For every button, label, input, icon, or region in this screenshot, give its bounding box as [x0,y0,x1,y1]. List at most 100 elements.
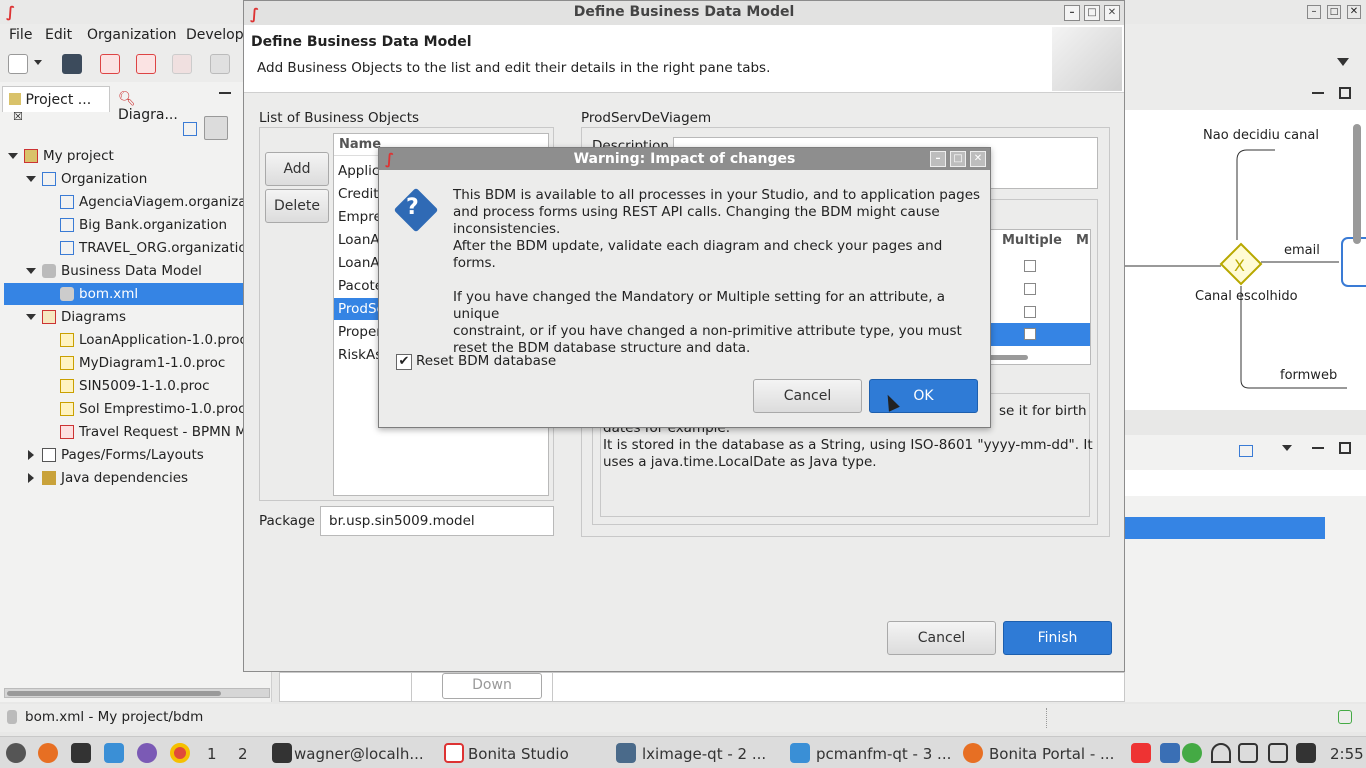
minimize-view-icon[interactable] [1312,92,1324,94]
link-editor-icon[interactable] [204,116,228,140]
tree-item-travel-org[interactable]: TRAVEL_ORG.organization [0,237,270,259]
minimize-icon[interactable]: – [1064,5,1080,21]
chrome-icon[interactable] [170,743,190,763]
file-manager-icon[interactable] [104,743,124,763]
menu-organization[interactable]: Organization [87,27,177,43]
selected-row[interactable] [988,323,1090,346]
horizontal-scrollbar[interactable] [988,355,1028,360]
cancel-button[interactable]: Cancel [887,621,996,655]
new-window-icon[interactable] [1239,445,1253,457]
tree-item-java-deps[interactable]: Java dependencies [0,467,270,489]
view-menu-icon[interactable] [1337,58,1349,66]
expand-icon[interactable] [26,314,36,320]
diagram-canvas[interactable]: X Nao decidiu canal email Canal escolhid… [1125,110,1366,410]
reset-bdm-checkbox[interactable]: ✔ Reset BDM database [396,353,596,373]
taskbar-item-bonita-portal[interactable]: Bonita Portal - ... [989,743,1114,765]
attributes-table[interactable]: Multiple M [987,229,1091,365]
sync-icon[interactable] [1338,710,1352,724]
expand-icon[interactable] [8,153,18,159]
chevron-down-icon[interactable] [1282,445,1292,451]
organization-icon [42,172,56,186]
tree-item-my-project[interactable]: My project [0,145,270,167]
delete-button[interactable]: Delete [265,189,329,223]
tree-item-pages[interactable]: Pages/Forms/Layouts [0,444,270,466]
tree-item-bom-xml[interactable]: bom.xml [4,283,243,305]
tree-item-travel-request[interactable]: Travel Request - BPMN Mo [0,421,270,443]
close-icon[interactable]: ✕ [1104,5,1120,21]
collapse-all-icon[interactable] [183,122,197,136]
checkbox-checked-icon[interactable]: ✔ [396,354,412,370]
multiple-checkbox[interactable] [1024,328,1036,340]
menu-develop[interactable]: Develop [186,27,244,43]
desktop-1[interactable]: 1 [207,743,217,765]
expand-icon[interactable] [28,473,34,483]
menu-file[interactable]: File [9,27,32,43]
bdm-icon[interactable] [136,54,156,74]
minimize-icon[interactable]: – [1307,5,1321,19]
expand-icon[interactable] [26,268,36,274]
m-column-header[interactable]: M [1076,233,1089,248]
tree-item-loanapplication[interactable]: LoanApplication-1.0.proc [0,329,270,351]
tree-item-sol-emprestimo[interactable]: Sol Emprestimo-1.0.proc [0,398,270,420]
maximize-view-icon[interactable] [1339,87,1351,99]
multiple-column-header[interactable]: Multiple [1002,233,1062,248]
tree-item-mydiagram1[interactable]: MyDiagram1-1.0.proc [0,352,270,374]
taskbar-item-bonita-studio[interactable]: Bonita Studio [468,743,569,765]
horizontal-scrollbar[interactable] [4,688,270,698]
maximize-icon[interactable]: □ [1327,5,1341,19]
close-icon[interactable]: ✕ [1347,5,1361,19]
scrollbar-thumb[interactable] [7,691,221,696]
down-button[interactable]: Down [442,673,542,699]
tab-project[interactable]: Project ... ☒ [2,86,110,123]
taskbar-item-terminal[interactable]: wagner@localh... [294,743,424,765]
taskbar-item-pcmanfm[interactable]: pcmanfm-qt - 3 ... [816,743,951,765]
start-menu-icon[interactable] [6,743,26,763]
package-input[interactable]: br.usp.sin5009.model [320,506,554,536]
expand-icon[interactable] [26,176,36,182]
chevron-down-icon[interactable] [34,60,42,65]
maximize-icon[interactable]: □ [1084,5,1100,21]
tree-item-organization[interactable]: Organization [0,168,270,190]
tree-item-bdm[interactable]: Business Data Model [0,260,270,282]
copy-icon[interactable] [210,54,230,74]
close-icon[interactable]: ✕ [970,151,986,167]
volume-icon[interactable] [1296,743,1316,763]
taskbar-item-lximage[interactable]: lximage-qt - 2 ... [642,743,766,765]
multiple-checkbox[interactable] [1024,283,1036,295]
vertical-scrollbar[interactable] [1353,124,1361,244]
multiple-checkbox[interactable] [1024,260,1036,272]
image-viewer-icon [616,743,636,763]
anydesk-icon[interactable] [1131,743,1151,763]
deploy-icon[interactable] [100,54,120,74]
minimize-view-icon[interactable] [219,92,231,94]
menu-edit[interactable]: Edit [45,27,72,43]
terminal-icon[interactable] [71,743,91,763]
network-monitor-icon[interactable] [1160,743,1180,763]
selected-row[interactable] [1125,517,1325,539]
add-button[interactable]: Add [265,152,329,186]
tab-diagrams[interactable]: 🔍︎ Diagra... [112,86,202,123]
export-icon[interactable] [172,54,192,74]
maximize-icon[interactable]: □ [950,151,966,167]
tree-item-bigbank[interactable]: Big Bank.organization [0,214,270,236]
update-icon[interactable] [1182,743,1202,763]
minimize-view-icon[interactable] [1312,447,1324,449]
new-icon[interactable] [8,54,28,74]
firefox-icon[interactable] [38,743,58,763]
eclipse-icon[interactable] [137,743,157,763]
close-icon[interactable]: ☒ [13,110,23,123]
expand-icon[interactable] [28,450,34,460]
cancel-button[interactable]: Cancel [753,379,862,413]
warning-icon[interactable] [1238,743,1258,763]
maximize-view-icon[interactable] [1339,442,1351,454]
desktop-2[interactable]: 2 [238,743,248,765]
minimize-icon[interactable]: – [930,151,946,167]
save-icon[interactable] [62,54,82,74]
tree-item-diagrams[interactable]: Diagrams [0,306,270,328]
wifi-icon[interactable] [1211,743,1231,763]
display-icon[interactable] [1268,743,1288,763]
tree-item-sin5009[interactable]: SIN5009-1-1.0.proc [0,375,270,397]
tree-item-agenciaviagem[interactable]: AgenciaViagem.organizat [0,191,270,213]
multiple-checkbox[interactable] [1024,306,1036,318]
finish-button[interactable]: Finish [1003,621,1112,655]
